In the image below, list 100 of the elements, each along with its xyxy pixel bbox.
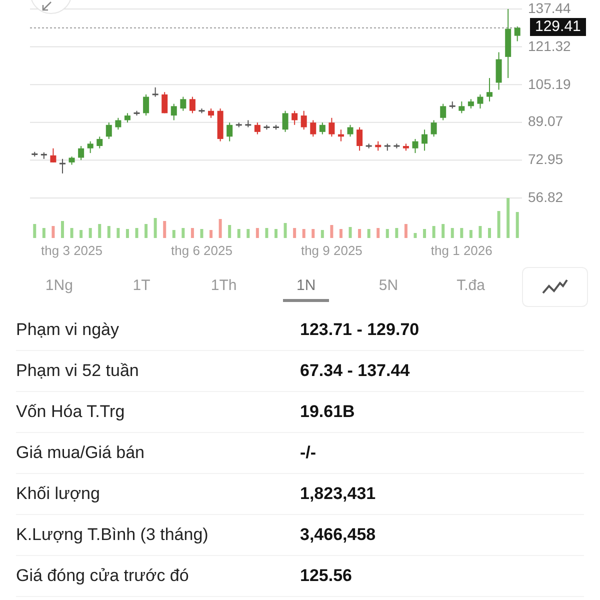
candle (505, 8, 512, 79)
line-chart-icon (542, 279, 568, 295)
candle (152, 86, 158, 98)
axis-label: thg 6 2025 (171, 243, 232, 258)
volume-bar (442, 224, 445, 238)
volume-bar (339, 229, 342, 238)
range-tab[interactable]: 1N (282, 272, 330, 302)
candle (115, 117, 122, 130)
volume-bar (460, 228, 464, 238)
volume-bar (190, 228, 194, 238)
range-tab[interactable]: 1Ng (36, 272, 82, 302)
candle (162, 92, 168, 114)
volume-bar (182, 228, 185, 238)
volume-bar (312, 229, 315, 238)
volume-bar (80, 230, 83, 238)
candle (347, 124, 354, 138)
volume-bar (265, 228, 268, 238)
stat-value: 125.56 (300, 566, 352, 586)
range-tab[interactable]: 1T (118, 272, 165, 302)
candle (477, 94, 484, 109)
volume-bar (423, 229, 426, 238)
stat-label: Khối lượng (16, 484, 101, 504)
candle (32, 151, 38, 158)
chart-type-button[interactable] (522, 267, 588, 307)
volume-bar (163, 221, 166, 238)
volume-bar (33, 224, 36, 238)
candle (384, 143, 390, 152)
volume-bar (348, 227, 352, 238)
axis-label: 137.44 (528, 1, 571, 16)
axis-label: 56.82 (528, 190, 564, 205)
volume-bar (70, 228, 74, 238)
volume-bar (256, 228, 259, 238)
volume-bar (414, 233, 417, 238)
volume-bar (450, 228, 454, 238)
volume-bar (478, 226, 482, 238)
volume-bar (200, 229, 204, 238)
candle (440, 103, 446, 121)
candle (96, 136, 103, 149)
volume-bar (107, 226, 110, 238)
candle (422, 129, 428, 152)
volume-bar (367, 229, 370, 238)
candle (319, 122, 326, 135)
volume-bar (469, 230, 472, 238)
price-tag: 129.41 (530, 18, 586, 36)
candle (124, 112, 130, 124)
candle (449, 100, 456, 109)
stat-value: -/- (300, 443, 316, 463)
volume-bar (52, 226, 55, 238)
volume-bar (88, 228, 92, 238)
candle (50, 148, 56, 163)
stat-value: 3,466,458 (300, 525, 376, 545)
candle (236, 122, 242, 128)
volume-bar (144, 224, 148, 238)
volume-bar (395, 228, 398, 238)
volume-bar (376, 228, 380, 238)
candle (180, 96, 186, 112)
volume-bar (228, 225, 232, 238)
range-tab[interactable]: 5N (365, 272, 412, 302)
candle (60, 158, 66, 174)
candle (356, 126, 363, 152)
volume-bar (237, 229, 240, 238)
volume-bar (246, 229, 250, 238)
axis-label: thg 1 2026 (430, 243, 492, 258)
axis-label: 89.07 (528, 114, 564, 130)
axis-label: thg 9 2025 (300, 243, 362, 258)
stat-value: 123.71 - 129.70 (300, 320, 420, 340)
candle (143, 94, 150, 116)
candle (300, 110, 307, 130)
volume-bar (61, 221, 64, 238)
stat-label: K.Lượng T.Bình (3 tháng) (16, 525, 210, 545)
candle (394, 143, 400, 149)
stat-label: Phạm vi 52 tuần (16, 361, 140, 381)
axis-label: 105.19 (528, 76, 571, 92)
candle (40, 152, 47, 160)
candle (328, 117, 335, 138)
volume-bar (210, 230, 213, 238)
volume-bar (358, 229, 362, 238)
volume-bar (516, 212, 519, 238)
volume-bar (116, 228, 120, 238)
candle (366, 143, 372, 149)
volume-bar (154, 218, 157, 238)
candle (282, 110, 288, 132)
candle (496, 52, 502, 90)
candle (412, 138, 418, 154)
candle (198, 108, 205, 114)
candle (292, 110, 298, 126)
candle (273, 124, 279, 130)
volume-bar (330, 225, 334, 238)
candle (170, 103, 177, 121)
candle (68, 156, 75, 166)
volume-bar (488, 228, 491, 238)
candle (78, 146, 84, 161)
range-tab[interactable]: T.đa (448, 272, 494, 302)
candle (458, 100, 465, 114)
candle (402, 143, 409, 152)
volume-bar (320, 230, 324, 238)
candle (514, 26, 520, 42)
range-tab[interactable]: 1Th (200, 272, 247, 302)
volume-bar (98, 224, 102, 238)
candle (245, 120, 252, 128)
